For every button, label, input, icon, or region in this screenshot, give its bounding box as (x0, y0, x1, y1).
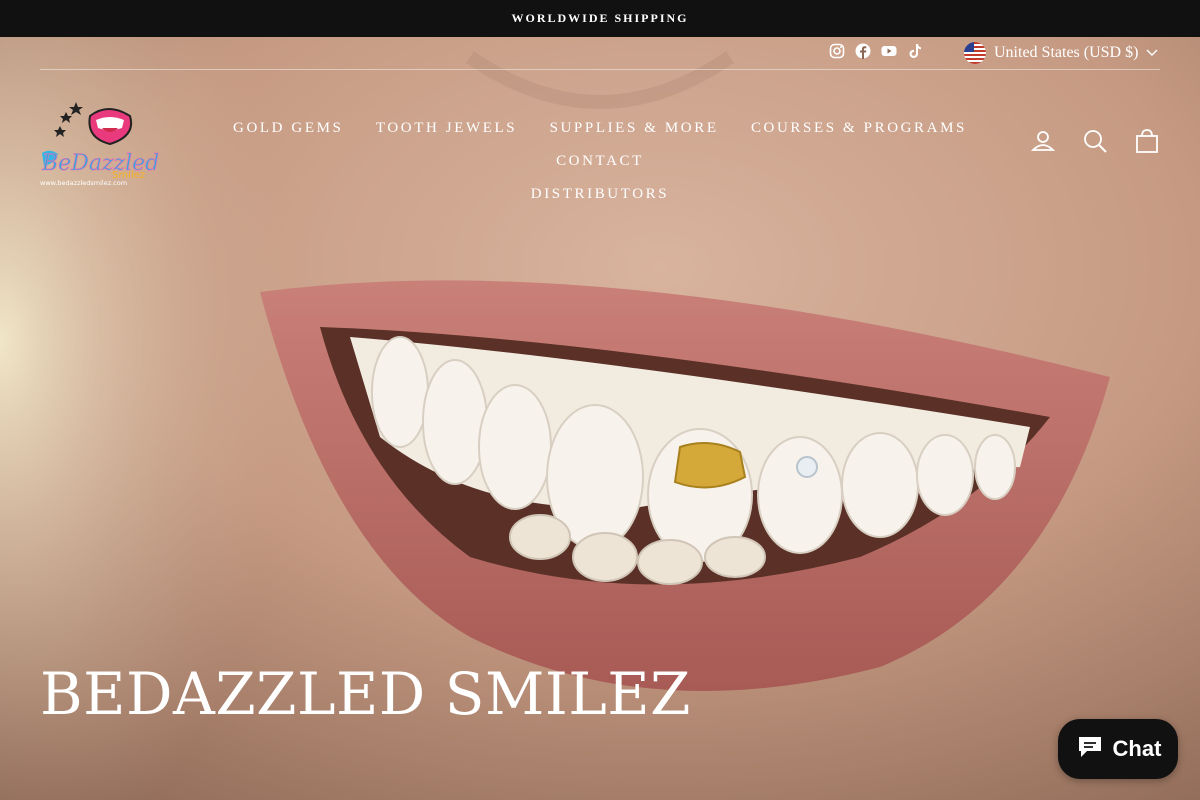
announcement-text: WORLDWIDE SHIPPING (511, 11, 689, 25)
announcement-bar: WORLDWIDE SHIPPING (0, 0, 1200, 37)
search-icon[interactable] (1082, 128, 1108, 154)
social-links (829, 43, 923, 59)
chat-icon (1075, 731, 1105, 767)
nav-item-distributors[interactable]: DISTRIBUTORS (531, 186, 669, 202)
nav-item-tooth-jewels[interactable]: TOOTH JEWELS (376, 120, 517, 136)
account-icon[interactable] (1030, 128, 1056, 154)
chevron-down-icon (1146, 44, 1158, 62)
main-nav: GOLD GEMS TOOTH JEWELS SUPPLIES & MORE C… (182, 112, 1018, 211)
currency-label: United States (USD $) (994, 44, 1139, 61)
chat-label: Chat (1112, 736, 1162, 761)
currency-selector[interactable]: United States (USD $) (964, 42, 1158, 64)
nav-item-supplies[interactable]: SUPPLIES & MORE (550, 120, 719, 136)
nav-item-contact[interactable]: CONTACT (556, 153, 644, 169)
youtube-icon[interactable] (881, 43, 897, 59)
nav-item-gold-gems[interactable]: GOLD GEMS (233, 120, 344, 136)
hero-title: BEDAZZLED SMILEZ (40, 660, 691, 728)
tiktok-icon[interactable] (907, 43, 923, 59)
utility-bar: United States (USD $) (40, 37, 1160, 70)
chat-button[interactable]: Chat (1058, 719, 1178, 779)
instagram-icon[interactable] (829, 43, 845, 59)
site-logo[interactable]: BeDazzled Smilez www.bedazzledsmilez.com (38, 98, 162, 188)
logo-tagline: www.bedazzledsmilez.com (40, 179, 127, 187)
facebook-icon[interactable] (855, 43, 871, 59)
cart-icon[interactable] (1134, 128, 1160, 154)
us-flag-icon (964, 42, 986, 64)
nav-item-courses[interactable]: COURSES & PROGRAMS (751, 120, 967, 136)
header-icons (1030, 128, 1160, 154)
